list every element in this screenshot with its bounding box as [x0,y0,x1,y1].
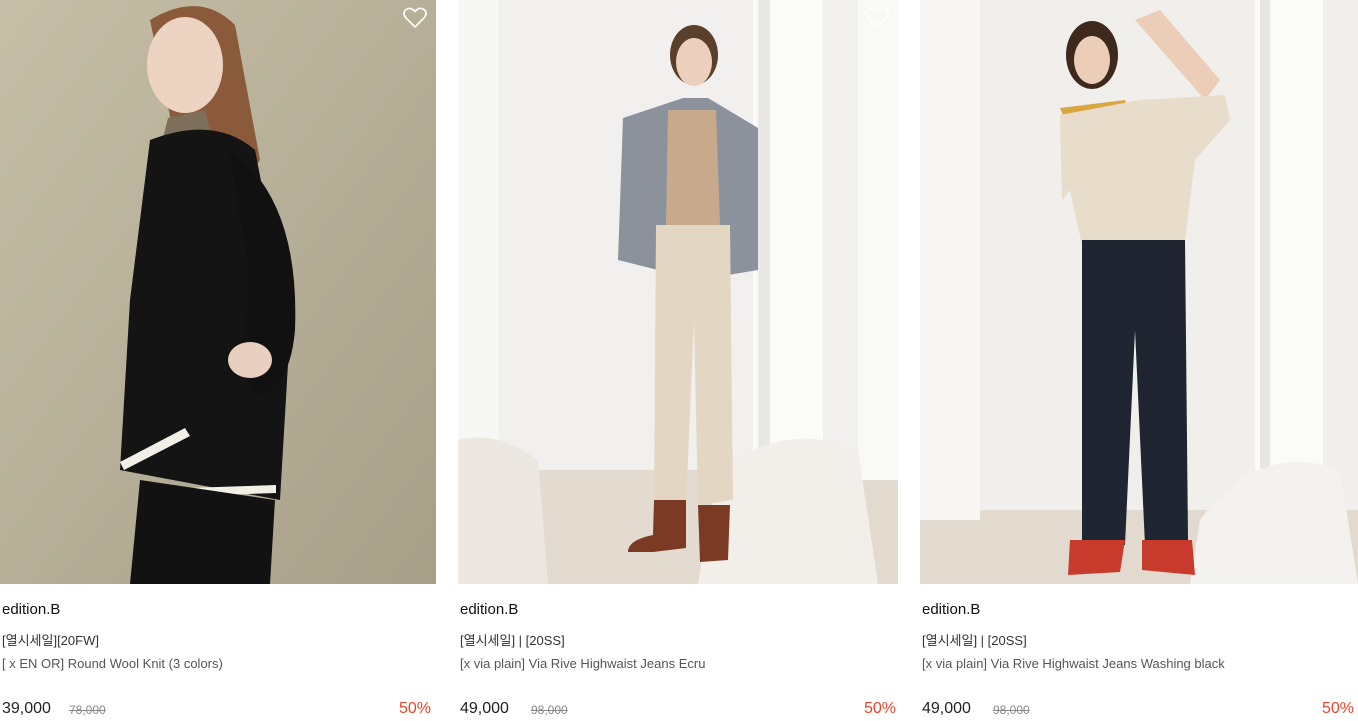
product-info: edition.B [열시세일][20FW] [ x EN OR] Round … [0,584,436,721]
discount-rate: 50% [1321,700,1354,717]
product-name[interactable]: [x via plain] Via Rive Highwaist Jeans E… [460,656,705,671]
sale-price: 39,000 [2,700,51,717]
product-brand[interactable]: edition.B [922,601,980,618]
product-grid: edition.B [열시세일][20FW] [ x EN OR] Round … [0,0,1358,721]
product-name[interactable]: [x via plain] Via Rive Highwaist Jeans W… [922,656,1225,671]
product-image[interactable] [458,0,898,584]
product-image[interactable] [920,0,1358,584]
model-in-black-jeans-photo [920,0,1358,584]
product-tag: [열시세일] | [20SS] [922,633,1027,648]
product-tag: [열시세일] | [20SS] [460,633,565,648]
product-card[interactable]: edition.B [열시세일] | [20SS] [x via plain] … [920,0,1358,721]
product-info: edition.B [열시세일] | [20SS] [x via plain] … [920,584,1358,721]
discount-rate: 50% [863,700,896,717]
product-tag: [열시세일][20FW] [2,633,99,648]
product-brand[interactable]: edition.B [460,601,518,618]
wishlist-button[interactable] [402,6,428,30]
discount-rate: 50% [398,700,431,717]
product-image[interactable] [0,0,436,584]
original-price: 98,000 [531,703,568,717]
heart-outline-icon [403,7,427,29]
model-in-ecru-jeans-photo [458,0,898,584]
model-in-black-knit-photo [0,0,436,584]
original-price: 78,000 [69,703,106,717]
product-name[interactable]: [ x EN OR] Round Wool Knit (3 colors) [2,656,223,671]
product-card[interactable]: edition.B [열시세일] | [20SS] [x via plain] … [458,0,898,721]
sale-price: 49,000 [922,700,971,717]
product-info: edition.B [열시세일] | [20SS] [x via plain] … [458,584,898,721]
wishlist-button[interactable] [864,6,890,30]
original-price: 98,000 [993,703,1030,717]
product-card[interactable]: edition.B [열시세일][20FW] [ x EN OR] Round … [0,0,436,721]
product-brand[interactable]: edition.B [2,601,60,618]
sale-price: 49,000 [460,700,509,717]
heart-outline-icon [865,7,889,29]
